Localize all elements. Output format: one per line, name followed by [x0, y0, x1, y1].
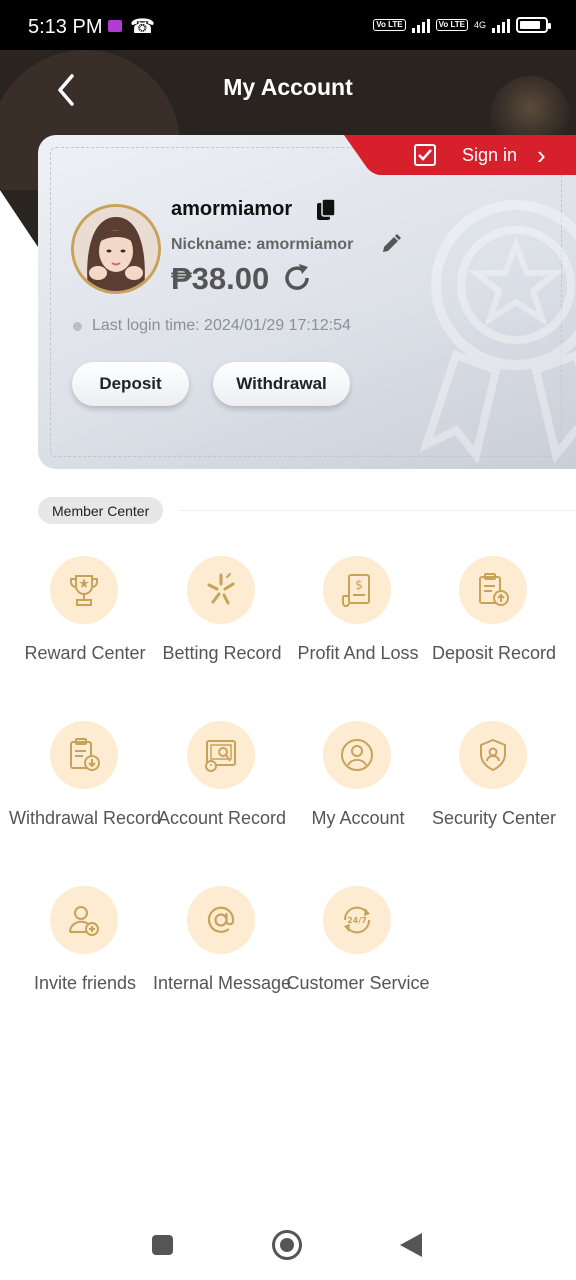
- menu-label: Customer Service: [286, 973, 430, 993]
- nickname: Nickname: amormiamor: [171, 236, 354, 253]
- user-circle-icon: [323, 721, 391, 789]
- app-notification-icon: [108, 20, 122, 32]
- user-add-icon: [50, 886, 118, 954]
- chevron-right-icon: ›: [537, 140, 546, 170]
- sign-in-label: Sign in: [462, 144, 518, 165]
- receipt-dollar-icon: $: [323, 556, 391, 624]
- home-button[interactable]: [272, 1230, 302, 1260]
- system-nav-bar: [0, 1210, 576, 1280]
- svg-text:$: $: [355, 578, 363, 592]
- svg-text:24/7: 24/7: [347, 916, 367, 925]
- network-type: 4G: [473, 19, 486, 30]
- volte-badge-2: Vo LTE: [435, 19, 468, 31]
- menu-label: Reward Center: [24, 643, 146, 663]
- medal-watermark-icon: [419, 200, 576, 464]
- refresh-icon[interactable]: [282, 263, 312, 293]
- copy-icon[interactable]: [316, 199, 336, 221]
- withdrawal-button[interactable]: Withdrawal: [213, 362, 350, 406]
- balance: ₱38.00: [171, 261, 270, 296]
- menu-label: Invite friends: [33, 973, 137, 993]
- support-24-7-icon: 24/7: [323, 886, 391, 954]
- avatar[interactable]: [71, 204, 161, 294]
- sparkle-icon: [187, 556, 255, 624]
- account-record-icon: [187, 721, 255, 789]
- login-status-dot: [73, 322, 82, 331]
- signal-icon-2: [492, 17, 510, 33]
- shield-user-icon: [459, 721, 527, 789]
- page-title: My Account: [223, 74, 353, 100]
- missed-call-icon: ☎: [130, 16, 155, 38]
- header-wedge: [0, 190, 40, 250]
- status-bar: 5:13 PM ☎ Vo LTE Vo LTE 4G: [0, 0, 576, 50]
- menu-label: Security Center: [431, 808, 557, 828]
- battery-icon: [516, 17, 551, 33]
- username: amormiamor: [171, 198, 293, 220]
- trophy-icon: [50, 556, 118, 624]
- edit-icon[interactable]: [381, 234, 401, 254]
- member-center-title: Member Center: [38, 497, 164, 524]
- signal-icon: [411, 17, 430, 33]
- clipboard-download-icon: [50, 721, 118, 789]
- volte-badge: Vo LTE: [373, 19, 406, 31]
- last-login-time: Last login time: 2024/01/29 17:12:54: [92, 317, 351, 334]
- checkin-icon: [414, 144, 436, 166]
- deposit-button[interactable]: Deposit: [72, 362, 189, 406]
- avatar-image: [74, 207, 158, 291]
- system-back-button[interactable]: [400, 1233, 422, 1257]
- status-indicators: Vo LTE Vo LTE 4G: [373, 17, 551, 33]
- section-divider: [178, 510, 576, 511]
- sign-in-button[interactable]: Sign in ›: [372, 135, 576, 175]
- clipboard-upload-icon: [459, 556, 527, 624]
- at-sign-icon: [187, 886, 255, 954]
- recent-apps-button[interactable]: [152, 1235, 173, 1255]
- status-time: 5:13 PM: [28, 16, 103, 38]
- menu-label: Deposit Record: [431, 643, 557, 663]
- account-card: Sign in › amormiamor Nickname: amormiamo…: [38, 135, 576, 469]
- menu-label: Withdrawal Record: [8, 808, 162, 828]
